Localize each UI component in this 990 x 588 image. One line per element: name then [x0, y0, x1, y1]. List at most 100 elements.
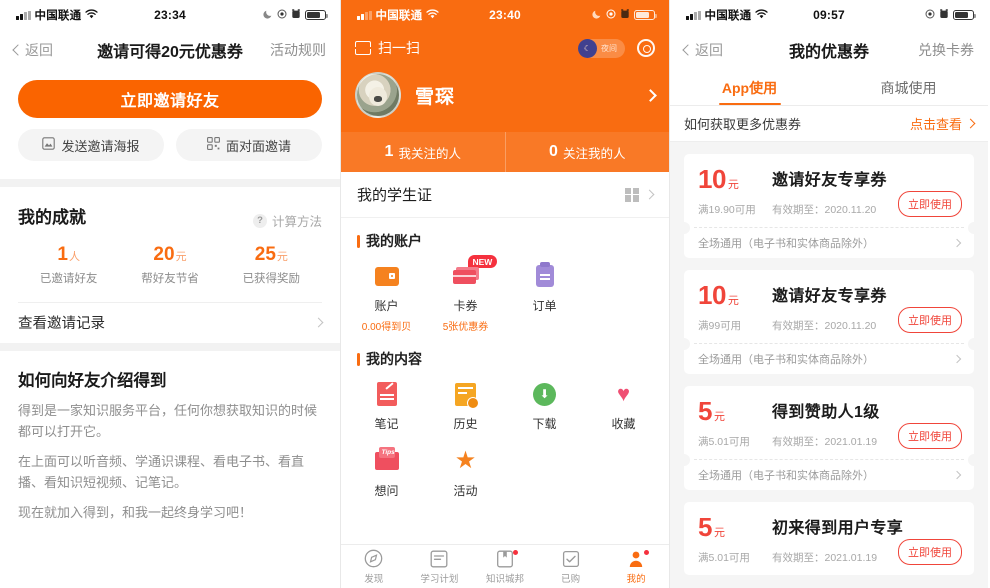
star-icon: ★	[426, 446, 505, 476]
coupon-scope-row[interactable]: 全场通用（电子书和实体商品除外）	[684, 344, 974, 374]
chevron-right-icon	[953, 355, 961, 363]
use-now-button[interactable]: 立即使用	[898, 307, 962, 333]
tile-label: 下载	[505, 415, 584, 432]
coupon-currency: 元	[728, 179, 739, 191]
tile-ask[interactable]: Tips 想问	[347, 446, 426, 499]
tab-label: 学习计划	[407, 571, 473, 585]
redeem-card-link[interactable]: 兑换卡券	[918, 40, 974, 60]
location-icon	[277, 9, 287, 22]
section-divider	[0, 343, 340, 351]
tile-label: 收藏	[584, 415, 663, 432]
tab-knowledge-city[interactable]: 知识城邦	[472, 549, 538, 585]
compass-icon	[341, 549, 407, 569]
coupon-amount-block: 5元 满5.01可用	[698, 514, 762, 565]
back-button[interactable]: 返回	[14, 40, 53, 60]
tile-orders[interactable]: 订单	[505, 261, 584, 333]
coupon-title: 初来得到用户专享	[772, 514, 962, 538]
wifi-icon	[755, 9, 768, 22]
gear-icon[interactable]	[637, 39, 655, 57]
coupon-card[interactable]: 5元 满5.01可用 初来得到用户专享 有效期至：2021.01.19 立即使用	[684, 502, 974, 575]
tab-mall-use[interactable]: 商城使用	[829, 70, 988, 105]
tab-discover[interactable]: 发现	[341, 549, 407, 585]
notification-dot	[513, 550, 518, 555]
get-more-action[interactable]: 点击查看	[910, 114, 974, 133]
tab-label: 我的	[603, 571, 669, 585]
profile-nav: 扫一扫 ☾ 夜间	[341, 30, 669, 66]
tab-purchased[interactable]: 已购	[538, 549, 604, 585]
chevron-left-icon	[682, 44, 693, 55]
coupon-scope-row[interactable]: 全场通用（电子书和实体商品除外）	[684, 228, 974, 258]
tile-activity[interactable]: ★ 活动	[426, 446, 505, 499]
use-now-button[interactable]: 立即使用	[898, 191, 962, 217]
profile-header: 中国联通 23:40 扫一扫	[341, 0, 669, 172]
following-count[interactable]: 1 我关注的人	[341, 132, 505, 172]
tile-downloads[interactable]: ⬇ 下载	[505, 379, 584, 432]
order-icon	[505, 261, 584, 291]
stat-unit: 元	[277, 251, 288, 263]
get-more-coupons-row[interactable]: 如何获取更多优惠券 点击查看	[670, 106, 988, 142]
use-now-button[interactable]: 立即使用	[898, 539, 962, 565]
note-icon	[347, 379, 426, 409]
scan-button[interactable]: 扫一扫	[355, 38, 420, 58]
coupon-card[interactable]: 10元 满19.90可用 邀请好友专享券 有效期至：2020.11.20 立即使…	[684, 154, 974, 258]
followers-count[interactable]: 0 关注我的人	[505, 132, 670, 172]
coupon-card[interactable]: 10元 满99可用 邀请好友专享券 有效期至：2020.11.20 立即使用 全…	[684, 270, 974, 374]
coupon-currency: 元	[714, 527, 725, 539]
carrier-label: 中国联通	[705, 7, 752, 23]
coupon-amount-block: 10元 满99可用	[698, 282, 762, 333]
tab-study-plan[interactable]: 学习计划	[407, 549, 473, 585]
battery-icon	[953, 10, 974, 21]
invite-now-button[interactable]: 立即邀请好友	[18, 80, 322, 118]
nav-bar-1: 返回 邀请可得20元优惠券 活动规则	[0, 30, 340, 70]
carrier-label: 中国联通	[376, 7, 423, 23]
coupon-amount: 5	[698, 512, 712, 542]
night-mode-toggle[interactable]: ☾ 夜间	[578, 39, 625, 58]
status-bar-1: 中国联通 23:34	[0, 0, 340, 30]
coupon-title: 邀请好友专享券	[772, 166, 962, 190]
moon-icon: ☾	[578, 39, 597, 58]
history-icon	[426, 379, 505, 409]
panel-my-coupons: 中国联通 09:57 返回 我的优惠券 兑换卡券 App使用 商城使用	[670, 0, 988, 588]
my-content-title: 我的内容	[341, 333, 669, 369]
content-tiles-row2: Tips 想问 ★ 活动	[341, 432, 669, 499]
send-poster-button[interactable]: 发送邀请海报	[18, 129, 164, 161]
tile-notes[interactable]: 笔记	[347, 379, 426, 432]
student-card-row[interactable]: 我的学生证	[341, 172, 669, 218]
back-button[interactable]: 返回	[684, 40, 723, 60]
stat-label: 已获得奖励	[221, 270, 322, 286]
my-account-title: 我的账户	[341, 218, 669, 251]
coupon-list: 10元 满19.90可用 邀请好友专享券 有效期至：2020.11.20 立即使…	[670, 142, 988, 588]
tile-history[interactable]: 历史	[426, 379, 505, 432]
user-name: 雪琛	[415, 82, 455, 109]
coupon-amount: 5	[698, 396, 712, 426]
profile-row[interactable]: 雪琛	[341, 66, 669, 132]
activity-rules-link[interactable]: 活动规则	[270, 40, 326, 60]
poster-icon	[42, 137, 55, 153]
use-now-button[interactable]: 立即使用	[898, 423, 962, 449]
send-poster-label: 发送邀请海报	[61, 136, 139, 155]
coupon-tabs: App使用 商城使用	[670, 70, 988, 106]
face-to-face-invite-button[interactable]: 面对面邀请	[176, 129, 322, 161]
status-left-2: 中国联通	[357, 7, 439, 23]
coupon-title: 邀请好友专享券	[772, 282, 962, 306]
tile-empty	[584, 261, 663, 333]
tile-account[interactable]: 账户 0.00得到贝	[347, 261, 426, 333]
tab-app-use[interactable]: App使用	[670, 70, 829, 105]
book-icon	[472, 549, 538, 569]
avatar[interactable]	[355, 72, 401, 118]
coupon-scope-row[interactable]: 全场通用（电子书和实体商品除外）	[684, 460, 974, 490]
stat-label: 已邀请好友	[18, 270, 119, 286]
view-invite-records-row[interactable]: 查看邀请记录	[18, 303, 322, 341]
tile-favorites[interactable]: ♥ 收藏	[584, 379, 663, 432]
tile-sublabel: 5张优惠券	[426, 318, 505, 333]
location-icon	[925, 9, 935, 22]
tile-label: 历史	[426, 415, 505, 432]
coupon-main: 10元 满19.90可用 邀请好友专享券 有效期至：2020.11.20 立即使…	[684, 154, 974, 227]
tile-coupons[interactable]: NEW 卡券 5张优惠券	[426, 261, 505, 333]
heart-icon: ♥	[584, 379, 663, 409]
coupon-card[interactable]: 5元 满5.01可用 得到赞助人1级 有效期至：2021.01.19 立即使用 …	[684, 386, 974, 490]
tab-mine[interactable]: 我的	[603, 549, 669, 585]
stat-label: 帮好友节省	[119, 270, 220, 286]
signal-bars-icon	[16, 11, 31, 20]
calc-method-link[interactable]: ? 计算方法	[253, 211, 322, 230]
